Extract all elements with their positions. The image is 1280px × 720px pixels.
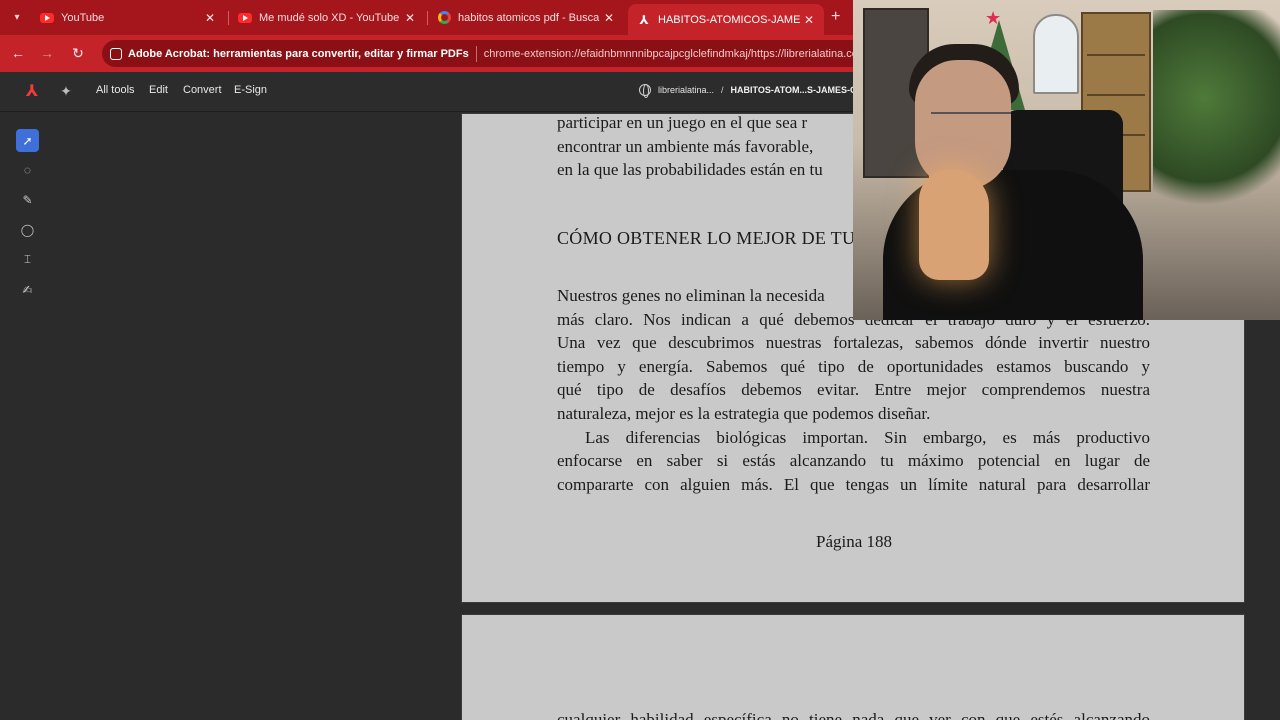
text-line: qué tipo de desafíos debemos evitar. Ent… [557,380,1150,400]
text-line: Las diferencias biológicas importan. Sin… [585,427,1150,447]
tab-title: Me mudé solo XD - YouTube [259,11,400,24]
tab-title: YouTube [61,11,105,24]
tab-me-mude[interactable]: Me mudé solo XD - YouTube ✕ [229,4,425,31]
comment-tool-icon[interactable]: ◌ [16,158,39,181]
tab-close-icon[interactable]: ✕ [600,11,618,25]
webcam-window [1033,14,1079,94]
draw-tool-icon[interactable]: ✎ [16,188,39,211]
star-icon: ★ [985,8,1002,28]
sign-tool-icon[interactable]: ✍ [16,278,39,301]
menu-all-tools[interactable]: All tools [96,84,135,96]
ai-assistant-icon[interactable]: ✦ [57,82,75,100]
webcam-overlay: ★ [853,0,1280,320]
tab-close-icon[interactable]: ✕ [800,13,818,27]
select-tool-icon[interactable]: ➚ [16,129,39,152]
webcam-person-glasses [931,112,1011,128]
youtube-icon [238,11,252,25]
section-heading: CÓMO OBTENER LO MEJOR DE TU [557,228,856,248]
page-number: Página 188 [815,532,893,551]
breadcrumb-separator: / [721,85,724,95]
tab-title: HABITOS-ATOMICOS-JAMES-C [658,13,800,26]
text-line: naturaleza, mejor es la estrategia que p… [557,403,931,423]
text-select-tool-icon[interactable]: ⌶ [16,248,39,271]
text-line: enfocarse en saber si estás alcanzando t… [557,451,1150,471]
extension-name: Adobe Acrobat: herramientas para convert… [128,47,469,60]
tab-close-icon[interactable]: ✕ [401,11,419,25]
text-line: tiempo y energía. Sabemos qué tipo de op… [557,356,1150,376]
reload-icon[interactable]: ↻ [67,43,89,63]
text-line: cualquier habilidad específica no tiene … [557,710,1150,720]
breadcrumb-site[interactable]: librerialatina... [658,85,714,95]
document-breadcrumb: librerialatina... / HABITOS-ATOM...S-JAM… [639,84,857,98]
page-text: cualquier habilidad específica no tiene … [557,708,1150,720]
url-text: chrome-extension://efaidnbmnnnibpcajpcgl… [483,47,876,60]
extension-puzzle-icon [110,47,122,60]
globe-icon [639,84,651,98]
pdf-page[interactable]: cualquier habilidad específica no tiene … [461,614,1245,720]
acrobat-logo-icon[interactable]: ⅄ [22,82,42,102]
menu-esign[interactable]: E-Sign [234,84,267,96]
tab-title: habitos atomicos pdf - Buscar c [458,11,600,24]
screen: ▾ YouTube ✕ Me mudé solo XD - YouTube ✕ … [0,0,1280,720]
new-tab-plus-icon[interactable]: + [831,8,840,26]
google-icon [437,11,451,25]
tab-habitos-pdf[interactable]: ⅄ HABITOS-ATOMICOS-JAMES-C ✕ [628,4,824,35]
tab-close-icon[interactable]: ✕ [201,11,219,25]
menu-edit[interactable]: Edit [149,84,168,96]
lasso-tool-icon[interactable]: ◯ [16,218,39,241]
acrobat-icon: ⅄ [639,12,649,27]
tab-search-button[interactable]: ▾ [6,7,28,27]
chevron-down-icon: ▾ [14,11,20,23]
menu-convert[interactable]: Convert [183,84,222,96]
webcam-person-hand [919,170,989,280]
webcam-plant [1153,10,1280,230]
tab-google-search[interactable]: habitos atomicos pdf - Buscar c ✕ [428,4,624,31]
text-line: compararte con alguien más. El que tenga… [557,474,1150,494]
breadcrumb-document[interactable]: HABITOS-ATOM...S-JAMES-C [731,85,857,95]
tab-youtube[interactable]: YouTube ✕ [31,4,225,31]
back-arrow-icon[interactable]: ← [7,43,29,63]
tool-rail: ➚ ◌ ✎ ◯ ⌶ ✍ [0,113,56,720]
omnibox-divider [475,45,477,62]
forward-arrow-icon[interactable]: → [36,43,58,63]
text-line: Una vez que descubrimos nuestras fortale… [557,333,1150,353]
youtube-icon [40,11,54,25]
